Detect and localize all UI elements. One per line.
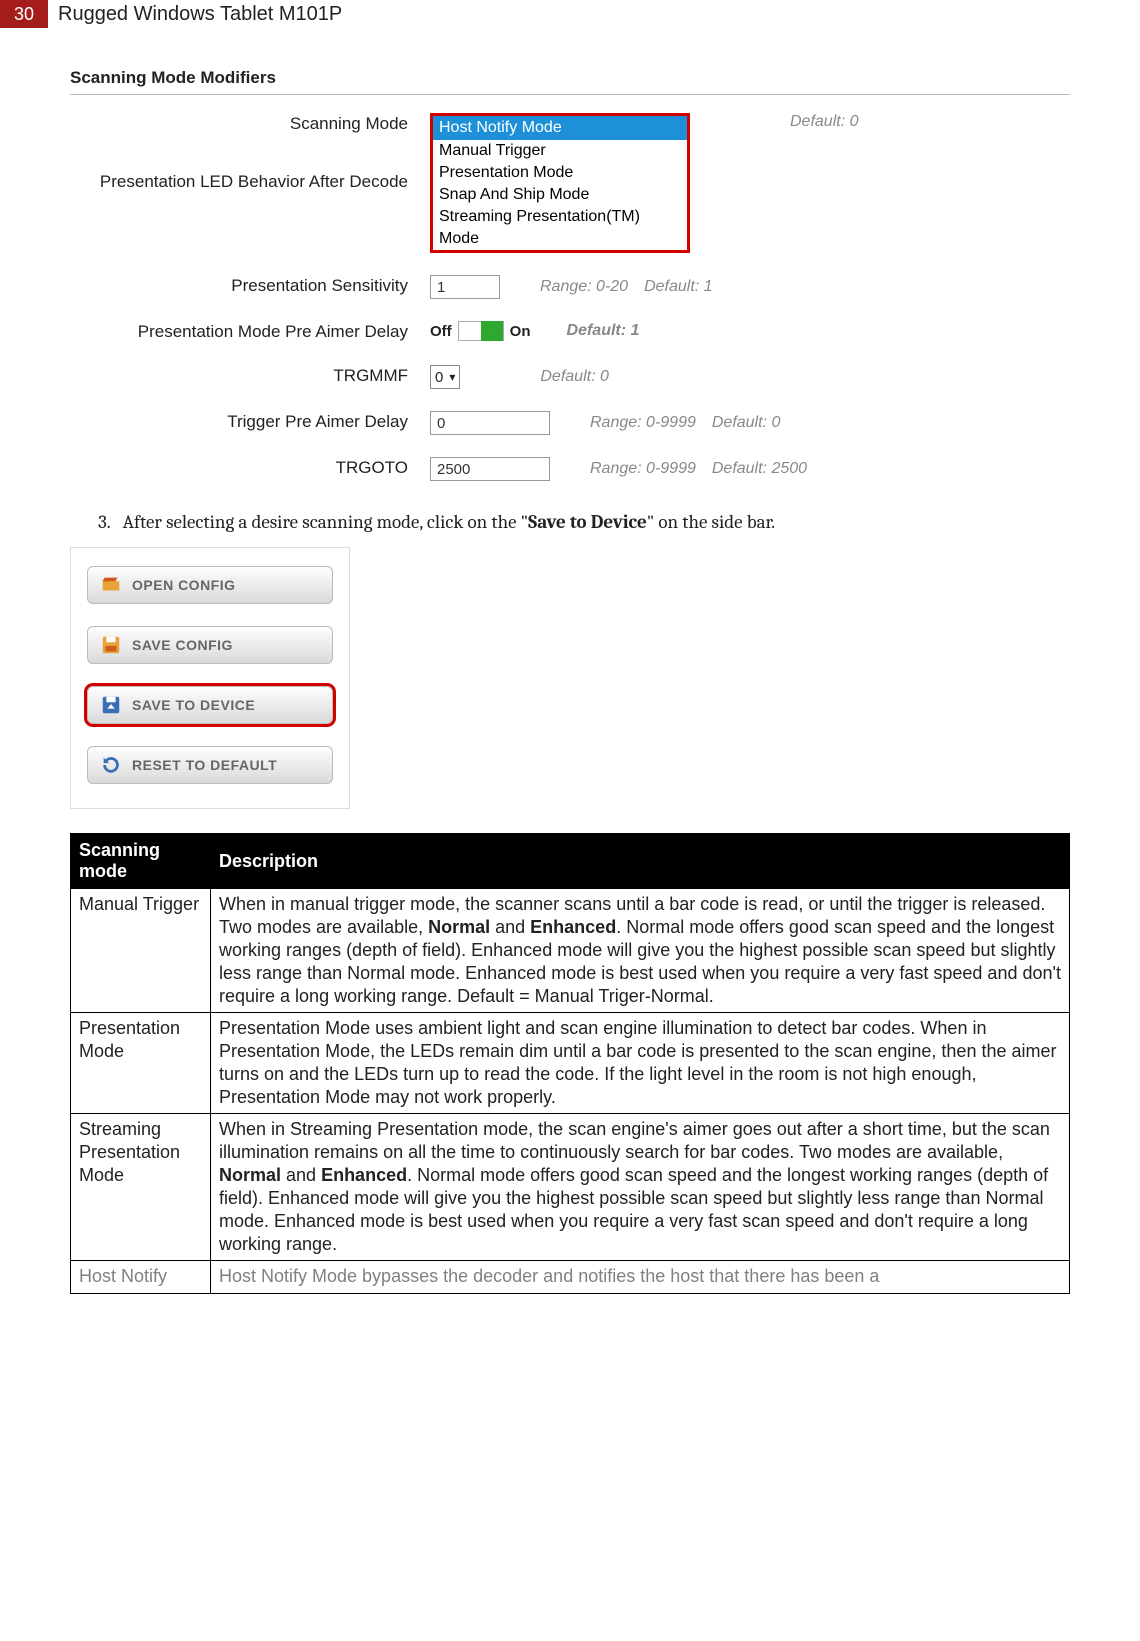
table-row: Presentation Mode Presentation Mode uses… xyxy=(71,1013,1070,1114)
table-row: Host Notify Host Notify Mode bypasses th… xyxy=(71,1261,1070,1293)
row-trgoto: TRGOTO Range: 0-9999 Default: 2500 xyxy=(70,457,1070,481)
page-header: 30 Rugged Windows Tablet M101P xyxy=(0,0,1140,28)
table-row: Streaming Presentation Mode When in Stre… xyxy=(71,1114,1070,1261)
aimer-delay-switch[interactable]: Off On Default: 1 xyxy=(430,321,639,341)
dropdown-option[interactable]: Streaming Presentation(TM) Mode xyxy=(433,206,687,250)
switch-knob xyxy=(481,321,503,341)
trgoto-input[interactable] xyxy=(430,457,550,481)
trg-pre-aimer-input[interactable] xyxy=(430,411,550,435)
step-text-after: " on the side bar. xyxy=(647,511,775,533)
trgoto-range: Range: 0-9999 xyxy=(590,460,696,478)
sensitivity-input[interactable] xyxy=(430,275,500,299)
label-sensitivity: Presentation Sensitivity xyxy=(70,275,430,297)
save-config-button[interactable]: SAVE CONFIG xyxy=(87,626,333,664)
row-sensitivity: Presentation Sensitivity Range: 0-20 Def… xyxy=(70,275,1070,299)
sidebar-panel: OPEN CONFIG SAVE CONFIG SAVE TO DEVICE R… xyxy=(70,547,350,809)
save-to-device-label: SAVE TO DEVICE xyxy=(132,697,255,713)
cell-desc: When in manual trigger mode, the scanner… xyxy=(211,889,1070,1013)
device-save-icon xyxy=(100,694,122,716)
open-config-label: OPEN CONFIG xyxy=(132,577,236,593)
dropdown-option[interactable]: Snap And Ship Mode xyxy=(433,184,687,206)
step-number: 3. xyxy=(98,511,110,533)
doc-title: Rugged Windows Tablet M101P xyxy=(58,3,342,26)
reset-to-default-label: RESET TO DEFAULT xyxy=(132,757,277,773)
sensitivity-range: Range: 0-20 xyxy=(540,278,628,296)
step-text-bold: Save to Device xyxy=(528,511,647,533)
trgoto-default: Default: 2500 xyxy=(712,460,807,478)
scanning-mode-dropdown[interactable]: Host Notify Mode Manual Trigger Presenta… xyxy=(430,113,690,253)
dropdown-selected[interactable]: Host Notify Mode xyxy=(433,116,687,140)
label-trgmmf: TRGMMF xyxy=(70,365,430,387)
scanning-mode-default: Default: 0 xyxy=(790,113,858,131)
instruction-step-3: 3. After selecting a desire scanning mod… xyxy=(98,511,1070,533)
save-config-label: SAVE CONFIG xyxy=(132,637,233,653)
th-mode: Scanning mode xyxy=(71,834,211,889)
label-aimer-delay: Presentation Mode Pre Aimer Delay xyxy=(70,321,430,343)
trgmmf-default: Default: 0 xyxy=(540,368,608,386)
aimer-delay-default: Default: 1 xyxy=(567,322,640,340)
trgmmf-select[interactable]: 0 ▾ xyxy=(430,365,460,389)
cell-desc: When in Streaming Presentation mode, the… xyxy=(211,1114,1070,1261)
cell-mode: Host Notify xyxy=(71,1261,211,1293)
cell-mode: Presentation Mode xyxy=(71,1013,211,1114)
reset-icon xyxy=(100,754,122,776)
label-trg-pre-aimer: Trigger Pre Aimer Delay xyxy=(70,411,430,433)
trg-pre-aimer-default: Default: 0 xyxy=(712,414,780,432)
switch-track[interactable] xyxy=(458,321,504,341)
cell-mode: Streaming Presentation Mode xyxy=(71,1114,211,1261)
save-to-device-button[interactable]: SAVE TO DEVICE xyxy=(87,686,333,724)
sensitivity-default: Default: 1 xyxy=(644,278,712,296)
save-icon xyxy=(100,634,122,656)
cell-desc: Host Notify Mode bypasses the decoder an… xyxy=(211,1261,1070,1293)
open-config-button[interactable]: OPEN CONFIG xyxy=(87,566,333,604)
label-trgoto: TRGOTO xyxy=(70,457,430,479)
th-desc: Description xyxy=(211,834,1070,889)
trgmmf-value: 0 xyxy=(435,369,443,386)
chevron-down-icon: ▾ xyxy=(449,370,455,384)
row-trg-pre-aimer: Trigger Pre Aimer Delay Range: 0-9999 De… xyxy=(70,411,1070,435)
folder-open-icon xyxy=(100,574,122,596)
switch-on-label: On xyxy=(510,323,531,340)
scanning-modes-table: Scanning mode Description Manual Trigger… xyxy=(70,833,1070,1294)
panel-title: Scanning Mode Modifiers xyxy=(70,68,1070,95)
trg-pre-aimer-range: Range: 0-9999 xyxy=(590,414,696,432)
dropdown-option[interactable]: Presentation Mode xyxy=(433,162,687,184)
dropdown-option[interactable]: Manual Trigger xyxy=(433,140,687,162)
row-trgmmf: TRGMMF 0 ▾ Default: 0 xyxy=(70,365,1070,389)
row-scanning-mode: Scanning Mode Presentation LED Behavior … xyxy=(70,113,1070,253)
reset-to-default-button[interactable]: RESET TO DEFAULT xyxy=(87,746,333,784)
step-text-before: After selecting a desire scanning mode, … xyxy=(123,511,528,533)
table-row: Manual Trigger When in manual trigger mo… xyxy=(71,889,1070,1013)
cell-mode: Manual Trigger xyxy=(71,889,211,1013)
cell-desc: Presentation Mode uses ambient light and… xyxy=(211,1013,1070,1114)
switch-off-label: Off xyxy=(430,323,452,340)
page-number-badge: 30 xyxy=(0,0,48,28)
row-aimer-delay: Presentation Mode Pre Aimer Delay Off On… xyxy=(70,321,1070,343)
